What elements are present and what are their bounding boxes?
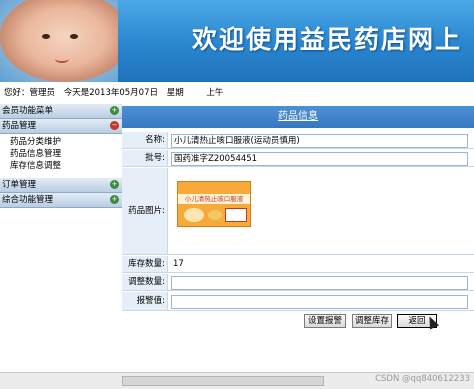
drug-image: 小儿清热止咳口服液	[177, 181, 251, 227]
adjust-label: 调整数量:	[122, 274, 168, 290]
page-title: 药品信息	[122, 106, 474, 128]
drug-submenu: 药品分类维护 药品信息管理 库存信息调整	[0, 134, 122, 178]
adjust-stock-button[interactable]: 调整库存	[352, 314, 392, 328]
expand-icon[interactable]: +	[110, 106, 119, 115]
weekday-label: 星期	[166, 88, 184, 98]
baby-photo	[0, 0, 118, 82]
set-alert-button[interactable]: 设置报警	[304, 314, 346, 328]
row-alert: 报警值:	[122, 292, 474, 311]
sidebar-section-general[interactable]: 综合功能管理 +	[0, 193, 122, 208]
collapse-icon[interactable]: −	[110, 121, 119, 130]
header-banner: 欢迎使用益民药店网上	[0, 0, 474, 82]
sidebar-section-orders[interactable]: 订单管理 +	[0, 178, 122, 193]
sidebar-section-member[interactable]: 会员功能菜单 +	[0, 104, 122, 119]
section-label: 药品管理	[2, 121, 37, 131]
period-text: 上午	[206, 88, 224, 98]
image-label: 药品图片:	[122, 168, 168, 254]
row-image: 药品图片: 小儿清热止咳口服液	[122, 168, 474, 255]
date-text: 今天是2013年05月07日	[63, 88, 158, 98]
section-label: 订单管理	[2, 180, 37, 190]
main-panel: 药品信息 名称: 小儿清热止咳口服液(运动员慎用) 批号: 国药准字Z20054…	[122, 104, 474, 372]
row-adjust: 调整数量:	[122, 274, 474, 291]
section-label: 综合功能管理	[2, 195, 54, 205]
approval-label: 批号:	[122, 150, 168, 166]
banner-title: 欢迎使用益民药店网上	[192, 25, 463, 54]
watermark: CSDN @qq840612233	[375, 374, 470, 384]
expand-icon[interactable]: +	[110, 180, 119, 189]
sidebar-item-stock[interactable]: 库存信息调整	[10, 160, 122, 172]
sidebar-item-category[interactable]: 药品分类维护	[10, 136, 122, 148]
row-approval: 批号: 国药准字Z20054451	[122, 150, 474, 167]
greeting: 您好：管理员	[4, 88, 56, 98]
approval-field[interactable]: 国药准字Z20054451	[171, 152, 468, 166]
horizontal-scrollbar[interactable]	[122, 376, 324, 386]
row-name: 名称: 小儿清热止咳口服液(运动员慎用)	[122, 132, 474, 149]
user-info-bar: 您好：管理员 今天是2013年05月07日 星期 上午	[0, 84, 474, 102]
package-text: 小儿清热止咳口服液	[178, 194, 250, 204]
name-field[interactable]: 小儿清热止咳口服液(运动员慎用)	[171, 134, 468, 148]
stock-value: 17	[171, 258, 468, 270]
row-stock: 库存数量: 17	[122, 256, 474, 273]
alert-value-input[interactable]	[171, 295, 468, 309]
adjust-quantity-input[interactable]	[171, 276, 468, 290]
alert-label: 报警值:	[122, 292, 168, 310]
sidebar-item-drug-info[interactable]: 药品信息管理	[10, 148, 122, 160]
sidebar-section-drug[interactable]: 药品管理 −	[0, 119, 122, 134]
expand-icon[interactable]: +	[110, 195, 119, 204]
stock-label: 库存数量:	[122, 256, 168, 272]
sidebar: 会员功能菜单 + 药品管理 − 药品分类维护 药品信息管理 库存信息调整 订单管…	[0, 104, 123, 372]
name-label: 名称:	[122, 132, 168, 148]
section-label: 会员功能菜单	[2, 106, 54, 116]
